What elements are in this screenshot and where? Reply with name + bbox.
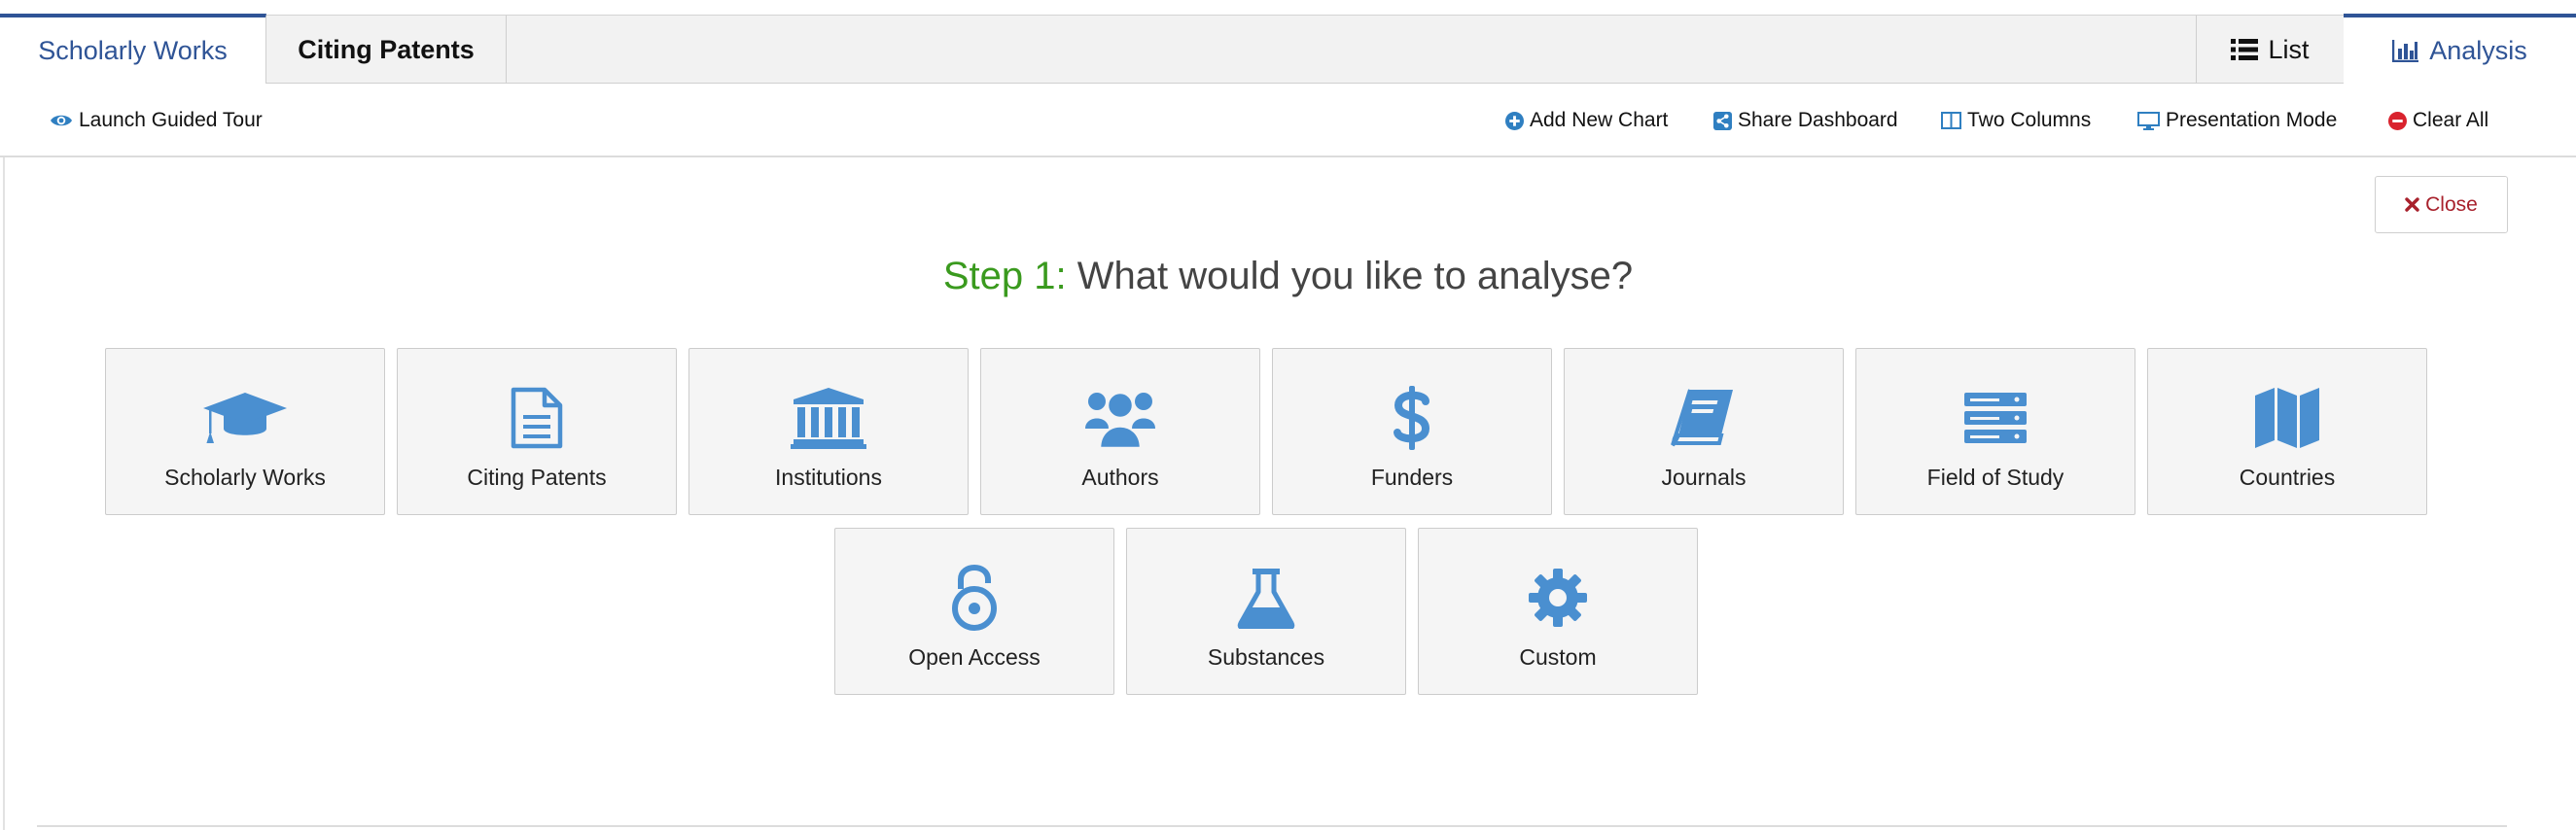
option-field-of-study[interactable]: Field of Study	[1855, 348, 2135, 515]
clear-all-label: Clear All	[2413, 109, 2489, 131]
option-label: Countries	[2239, 465, 2336, 490]
option-label: Journals	[1661, 465, 1747, 490]
option-countries[interactable]: Countries	[2147, 348, 2427, 515]
clear-all-button[interactable]: Clear All	[2388, 84, 2488, 157]
tab-scholarly-works[interactable]: Scholarly Works	[0, 14, 266, 84]
launch-guided-tour-button[interactable]: Launch Guided Tour	[50, 84, 263, 157]
option-citing-patents[interactable]: Citing Patents	[397, 348, 677, 515]
tab-list-view[interactable]: List	[2196, 16, 2344, 84]
share-icon	[1713, 111, 1732, 130]
top-tab-bar: Scholarly Works Citing Patents List Anal…	[0, 14, 2576, 84]
option-label: Open Access	[908, 644, 1041, 670]
option-label: Scholarly Works	[164, 465, 326, 490]
share-dashboard-button[interactable]: Share Dashboard	[1713, 84, 1898, 157]
two-columns-label: Two Columns	[1967, 109, 2092, 131]
step-number: Step 1:	[942, 255, 1067, 297]
option-label: Field of Study	[1926, 465, 2064, 490]
open-lock-icon	[835, 564, 1113, 632]
option-custom[interactable]: Custom	[1418, 528, 1698, 695]
option-label: Authors	[1081, 465, 1159, 490]
panel-bottom-divider	[37, 825, 2507, 827]
monitor-icon	[2137, 111, 2160, 130]
users-icon	[981, 384, 1259, 452]
launch-guided-tour-label: Launch Guided Tour	[79, 109, 263, 131]
option-label: Citing Patents	[467, 465, 607, 490]
option-label: Substances	[1207, 644, 1325, 670]
add-new-chart-label: Add New Chart	[1530, 109, 1669, 131]
option-substances[interactable]: Substances	[1126, 528, 1406, 695]
gear-icon	[1419, 564, 1697, 632]
option-label: Custom	[1519, 644, 1597, 670]
list-icon	[2231, 38, 2259, 61]
map-icon	[2148, 384, 2426, 452]
share-dashboard-label: Share Dashboard	[1738, 109, 1898, 131]
tab-list-label: List	[2268, 34, 2310, 64]
institution-icon	[689, 384, 968, 452]
option-label: Funders	[1370, 465, 1454, 490]
two-columns-button[interactable]: Two Columns	[1941, 84, 2091, 157]
server-icon	[1856, 384, 2135, 452]
flask-icon	[1127, 564, 1405, 632]
tab-citing-patents[interactable]: Citing Patents	[266, 16, 507, 84]
step-question: What would you like to analyse?	[1076, 255, 1634, 297]
option-institutions[interactable]: Institutions	[688, 348, 969, 515]
presentation-mode-button[interactable]: Presentation Mode	[2137, 84, 2337, 157]
option-open-access[interactable]: Open Access	[834, 528, 1114, 695]
option-journals[interactable]: Journals	[1564, 348, 1844, 515]
bar-chart-icon	[2392, 39, 2419, 62]
book-icon	[1565, 384, 1843, 452]
plus-circle-icon	[1505, 111, 1524, 130]
tab-analysis-label: Analysis	[2429, 35, 2527, 65]
close-icon	[2405, 197, 2419, 212]
step-heading: Step 1: What would you like to analyse?	[0, 255, 2576, 298]
add-new-chart-button[interactable]: Add New Chart	[1505, 84, 1668, 157]
presentation-mode-label: Presentation Mode	[2166, 109, 2338, 131]
option-funders[interactable]: Funders	[1272, 348, 1552, 515]
close-button[interactable]: Close	[2375, 176, 2508, 233]
close-label: Close	[2425, 192, 2478, 216]
tab-citing-patents-label: Citing Patents	[298, 34, 475, 64]
option-scholarly-works[interactable]: Scholarly Works	[105, 348, 385, 515]
tab-analysis-view[interactable]: Analysis	[2344, 14, 2576, 84]
option-label: Institutions	[775, 465, 882, 490]
graduation-cap-icon	[106, 384, 384, 452]
dollar-icon	[1273, 384, 1551, 452]
eye-icon	[50, 113, 73, 128]
minus-circle-icon	[2388, 111, 2407, 130]
tab-scholarly-works-label: Scholarly Works	[38, 35, 228, 65]
dashboard-toolbar: Launch Guided Tour Add New Chart Share D…	[0, 84, 2576, 157]
columns-icon	[1941, 112, 1961, 129]
document-icon	[398, 384, 676, 452]
option-authors[interactable]: Authors	[980, 348, 1260, 515]
